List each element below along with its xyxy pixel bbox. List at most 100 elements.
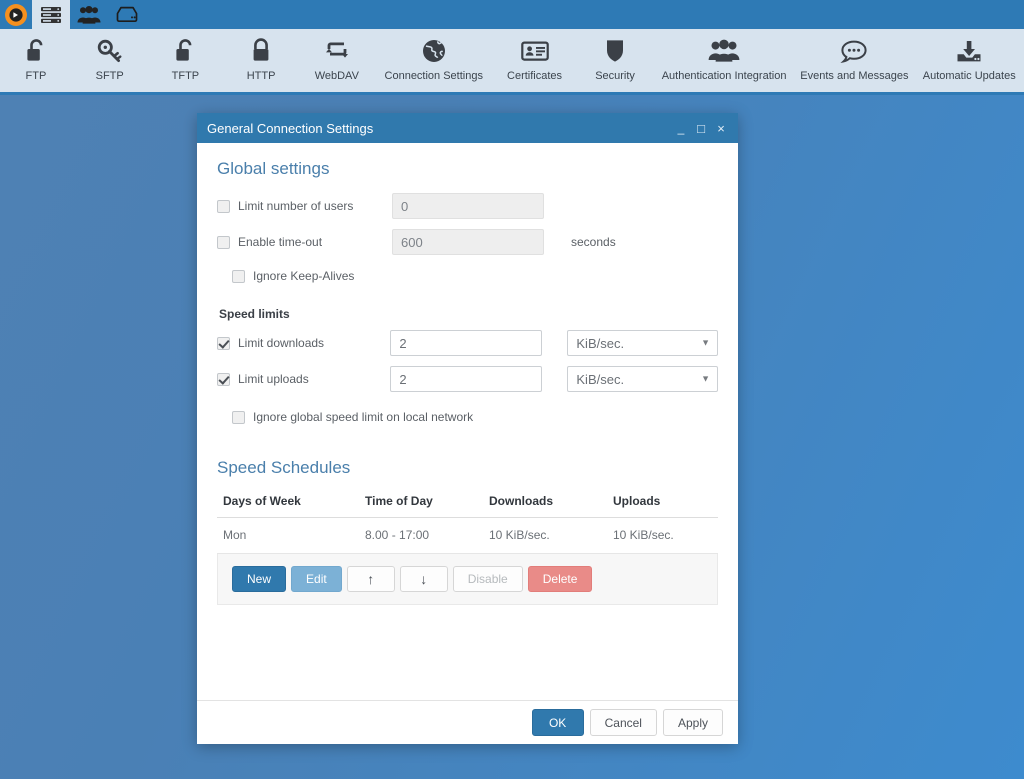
enable-timeout-checkbox[interactable] bbox=[217, 235, 230, 249]
ribbon-item-webdav[interactable]: WebDAV bbox=[299, 35, 375, 82]
ribbon-label: HTTP bbox=[246, 70, 276, 82]
unlocked-padlock-icon bbox=[24, 35, 48, 67]
ignore-local-network-checkbox[interactable] bbox=[232, 410, 245, 424]
ribbon-item-connection-settings[interactable]: Connection Settings bbox=[375, 35, 493, 82]
limit-uploads-input[interactable] bbox=[390, 366, 543, 392]
column-header-downloads: Downloads bbox=[489, 491, 613, 518]
minimize-icon[interactable]: _ bbox=[672, 117, 690, 139]
ribbon-item-authentication-integration[interactable]: Authentication Integration bbox=[654, 35, 794, 82]
ribbon-label: Connection Settings bbox=[384, 70, 483, 82]
disable-button[interactable]: Disable bbox=[452, 566, 523, 592]
ribbon-item-http[interactable]: HTTP bbox=[223, 35, 299, 82]
ignore-keepalives-row: Ignore Keep-Alives bbox=[217, 265, 718, 287]
ribbon-item-security[interactable]: Security bbox=[576, 35, 654, 82]
ribbon-item-sftp[interactable]: SFTP bbox=[72, 35, 148, 82]
speed-schedules-heading: Speed Schedules bbox=[217, 458, 351, 477]
enable-timeout-row: Enable time-out seconds bbox=[217, 229, 718, 255]
ribbon-item-ftp[interactable]: FTP bbox=[0, 35, 72, 82]
ignore-local-network-checkbox-label[interactable]: Ignore global speed limit on local netwo… bbox=[217, 410, 473, 424]
uploads-unit-select-wrap: KiB/sec. ▼ bbox=[567, 366, 718, 392]
ribbon-label: TFTP bbox=[171, 70, 200, 82]
limit-downloads-row: Limit downloads KiB/sec. ▼ bbox=[217, 330, 718, 356]
enable-timeout-input[interactable] bbox=[392, 229, 544, 255]
downloads-unit-select-wrap: KiB/sec. ▼ bbox=[567, 330, 718, 356]
play-arrow-logo-icon bbox=[5, 3, 27, 26]
storage-tab[interactable] bbox=[108, 0, 146, 29]
limit-users-input[interactable] bbox=[392, 193, 544, 219]
servers-tab[interactable] bbox=[32, 0, 70, 29]
speed-schedules-table: Days of Week Time of Day Downloads Uploa… bbox=[217, 491, 718, 554]
ignore-keepalives-label-text: Ignore Keep-Alives bbox=[253, 269, 355, 283]
users-tab[interactable] bbox=[70, 0, 108, 29]
ignore-keepalives-checkbox-label[interactable]: Ignore Keep-Alives bbox=[217, 269, 407, 283]
limit-uploads-row: Limit uploads KiB/sec. ▼ bbox=[217, 366, 718, 392]
disk-drive-icon bbox=[115, 6, 139, 23]
ribbon-label: Automatic Updates bbox=[922, 70, 1016, 82]
ribbon-label: WebDAV bbox=[314, 70, 359, 82]
cancel-button[interactable]: Cancel bbox=[589, 709, 657, 736]
ribbon-item-certificates[interactable]: Certificates bbox=[493, 35, 576, 82]
limit-users-label-text: Limit number of users bbox=[238, 199, 354, 213]
limit-users-row: Limit number of users bbox=[217, 193, 718, 219]
dialog-title: General Connection Settings bbox=[207, 120, 374, 136]
unlocked-padlock-icon bbox=[173, 35, 197, 67]
limit-users-checkbox-label[interactable]: Limit number of users bbox=[217, 199, 392, 213]
app-logo bbox=[0, 0, 32, 29]
sync-arrows-icon bbox=[323, 35, 351, 67]
key-icon bbox=[96, 35, 123, 67]
ribbon-label: SFTP bbox=[95, 70, 124, 82]
ribbon-label: FTP bbox=[25, 70, 47, 82]
ribbon-item-automatic-updates[interactable]: Automatic Updates bbox=[915, 35, 1024, 82]
users-group-icon bbox=[708, 35, 740, 67]
app-tab-strip bbox=[0, 0, 1024, 29]
downloads-unit-select[interactable]: KiB/sec. bbox=[567, 330, 718, 356]
limit-downloads-checkbox[interactable] bbox=[217, 336, 230, 350]
move-up-button[interactable]: ↑ bbox=[346, 566, 395, 592]
limit-uploads-checkbox[interactable] bbox=[217, 372, 230, 386]
locked-padlock-icon bbox=[249, 35, 273, 67]
dialog-title-bar[interactable]: General Connection Settings _ □ × bbox=[197, 113, 738, 143]
dialog-footer: OK Cancel Apply bbox=[197, 700, 738, 744]
server-stack-icon bbox=[40, 6, 62, 24]
new-button[interactable]: New bbox=[232, 566, 287, 592]
ignore-local-network-row: Ignore global speed limit on local netwo… bbox=[217, 406, 718, 428]
table-row[interactable]: Mon 8.00 - 17:00 10 KiB/sec. 10 KiB/sec. bbox=[217, 517, 718, 554]
global-settings-heading: Global settings bbox=[217, 159, 330, 178]
general-connection-settings-dialog: General Connection Settings _ □ × Global… bbox=[197, 113, 738, 744]
column-header-days: Days of Week bbox=[217, 491, 365, 518]
move-down-button[interactable]: ↓ bbox=[399, 566, 448, 592]
cell-uploads: 10 KiB/sec. bbox=[613, 517, 718, 554]
ignore-local-network-label-text: Ignore global speed limit on local netwo… bbox=[253, 410, 474, 424]
ribbon-label: Security bbox=[595, 70, 635, 82]
limit-downloads-checkbox-label[interactable]: Limit downloads bbox=[217, 336, 390, 350]
main-ribbon-toolbar: FTP SFTP TFTP HTTP WebDAV Connection Set… bbox=[0, 29, 1024, 95]
enable-timeout-checkbox-label[interactable]: Enable time-out bbox=[217, 235, 392, 249]
speed-limits-subheading: Speed limits bbox=[219, 307, 290, 321]
ok-button[interactable]: OK bbox=[531, 709, 584, 736]
globe-icon bbox=[421, 35, 447, 67]
uploads-unit-select[interactable]: KiB/sec. bbox=[567, 366, 718, 392]
cell-downloads: 10 KiB/sec. bbox=[489, 517, 613, 554]
ignore-keepalives-checkbox[interactable] bbox=[232, 269, 245, 283]
ribbon-item-tftp[interactable]: TFTP bbox=[148, 35, 224, 82]
edit-button[interactable]: Edit bbox=[291, 566, 342, 592]
delete-button[interactable]: Delete bbox=[527, 566, 593, 592]
column-header-uploads: Uploads bbox=[613, 491, 718, 518]
schedule-button-toolbar: New Edit ↑ ↓ Disable Delete bbox=[217, 554, 718, 605]
window-controls: _ □ × bbox=[672, 117, 730, 139]
speech-bubble-icon bbox=[840, 35, 868, 67]
shield-icon bbox=[604, 35, 626, 67]
table-header-row: Days of Week Time of Day Downloads Uploa… bbox=[217, 491, 718, 518]
ribbon-label: Events and Messages bbox=[800, 70, 909, 82]
maximize-icon[interactable]: □ bbox=[692, 117, 710, 139]
dialog-body: Global settings Limit number of users En… bbox=[197, 143, 738, 700]
limit-users-checkbox[interactable] bbox=[217, 199, 230, 213]
ribbon-item-events-and-messages[interactable]: Events and Messages bbox=[794, 35, 914, 82]
limit-downloads-input[interactable] bbox=[390, 330, 543, 356]
apply-button[interactable]: Apply bbox=[662, 709, 723, 736]
limit-uploads-checkbox-label[interactable]: Limit uploads bbox=[217, 372, 390, 386]
enable-timeout-label-text: Enable time-out bbox=[238, 235, 323, 249]
limit-uploads-label-text: Limit uploads bbox=[238, 372, 309, 386]
download-tray-icon bbox=[955, 35, 983, 67]
close-icon[interactable]: × bbox=[712, 117, 730, 139]
